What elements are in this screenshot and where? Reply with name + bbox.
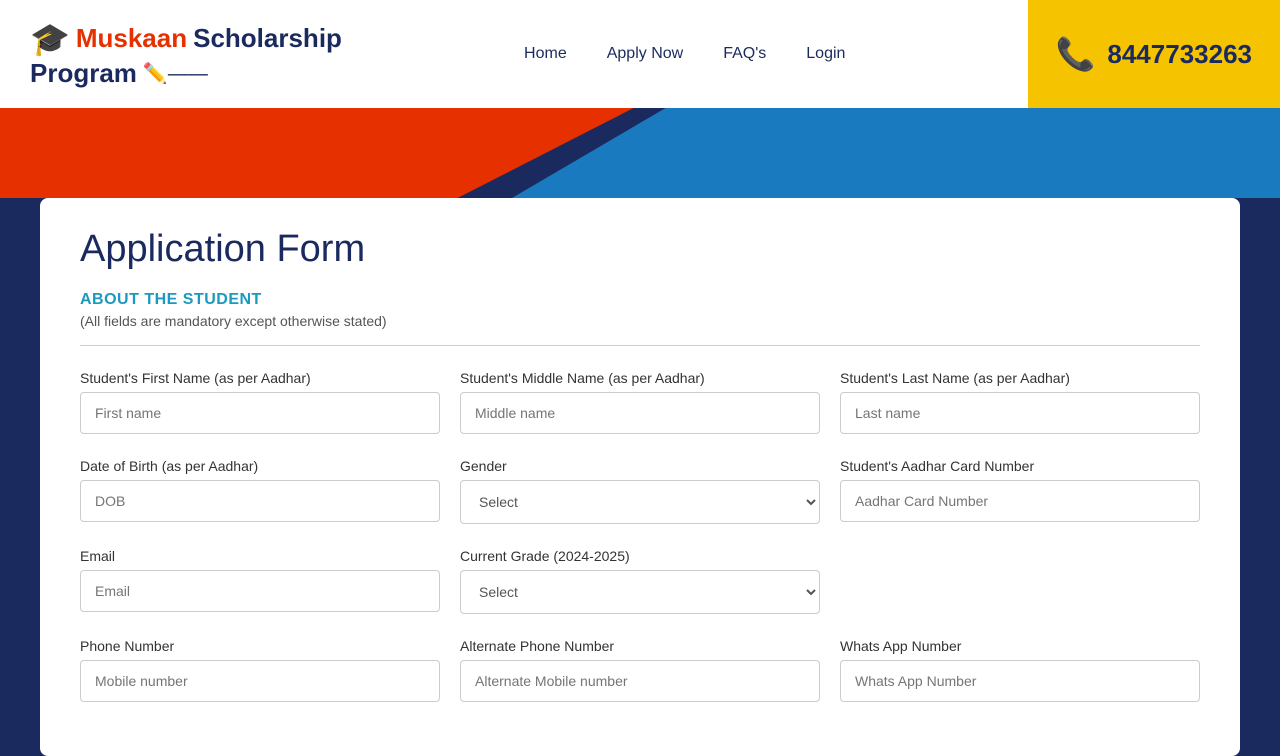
middle-name-input[interactable]: [460, 392, 820, 434]
page-title: Application Form: [80, 228, 1200, 271]
phone-number: 8447733263: [1107, 39, 1252, 70]
phone-label: Phone Number: [80, 638, 440, 654]
alt-phone-label: Alternate Phone Number: [460, 638, 820, 654]
first-name-input[interactable]: [80, 392, 440, 434]
nav-home[interactable]: Home: [524, 45, 567, 63]
banner-blue-shape: [512, 108, 1280, 198]
section-divider: [80, 345, 1200, 346]
email-group: Email: [80, 548, 440, 614]
alt-phone-group: Alternate Phone Number: [460, 638, 820, 702]
grade-label: Current Grade (2024-2025): [460, 548, 820, 564]
phone-badge: 📞 8447733263: [1028, 0, 1280, 108]
last-name-group: Student's Last Name (as per Aadhar): [840, 370, 1200, 434]
aadhar-group: Student's Aadhar Card Number: [840, 458, 1200, 524]
middle-name-label: Student's Middle Name (as per Aadhar): [460, 370, 820, 386]
whatsapp-input[interactable]: [840, 660, 1200, 702]
dob-gender-row: Date of Birth (as per Aadhar) Gender Sel…: [80, 458, 1200, 524]
alt-phone-input[interactable]: [460, 660, 820, 702]
banner: [0, 108, 1280, 198]
nav-faqs[interactable]: FAQ's: [723, 45, 766, 63]
nav-login[interactable]: Login: [806, 45, 845, 63]
header: 🎓 Muskaan Scholarship Program ✏️—— Home …: [0, 0, 1280, 108]
name-row: Student's First Name (as per Aadhar) Stu…: [80, 370, 1200, 434]
logo: 🎓 Muskaan Scholarship Program ✏️——: [30, 20, 342, 89]
phone-input[interactable]: [80, 660, 440, 702]
logo-muskaan-text: Muskaan: [76, 23, 187, 54]
phone-group: Phone Number: [80, 638, 440, 702]
grade-spacer: [840, 548, 1200, 614]
pencil-icon: ✏️——: [143, 61, 208, 86]
graduation-cap-icon: 🎓: [30, 20, 70, 58]
dob-input[interactable]: [80, 480, 440, 522]
aadhar-label: Student's Aadhar Card Number: [840, 458, 1200, 474]
dob-label: Date of Birth (as per Aadhar): [80, 458, 440, 474]
middle-name-group: Student's Middle Name (as per Aadhar): [460, 370, 820, 434]
logo-program-text: Program: [30, 58, 137, 89]
nav-apply-now[interactable]: Apply Now: [607, 45, 683, 63]
whatsapp-label: Whats App Number: [840, 638, 1200, 654]
grade-group: Current Grade (2024-2025) Select Grade 1…: [460, 548, 820, 614]
dob-group: Date of Birth (as per Aadhar): [80, 458, 440, 524]
logo-scholarship-text: Scholarship: [193, 23, 342, 54]
aadhar-input[interactable]: [840, 480, 1200, 522]
gender-group: Gender Select Male Female Other: [460, 458, 820, 524]
section-title: ABOUT THE STUDENT: [80, 291, 1200, 309]
first-name-label: Student's First Name (as per Aadhar): [80, 370, 440, 386]
phone-row: Phone Number Alternate Phone Number What…: [80, 638, 1200, 702]
main-nav: Home Apply Now FAQ's Login: [524, 45, 845, 63]
phone-icon: 📞: [1056, 35, 1096, 73]
last-name-input[interactable]: [840, 392, 1200, 434]
last-name-label: Student's Last Name (as per Aadhar): [840, 370, 1200, 386]
gender-select[interactable]: Select Male Female Other: [460, 480, 820, 524]
grade-select[interactable]: Select Grade 1 Grade 2 Grade 3 Grade 4 G…: [460, 570, 820, 614]
email-input[interactable]: [80, 570, 440, 612]
whatsapp-group: Whats App Number: [840, 638, 1200, 702]
email-label: Email: [80, 548, 440, 564]
section-note: (All fields are mandatory except otherwi…: [80, 313, 1200, 329]
gender-label: Gender: [460, 458, 820, 474]
main-content: Application Form ABOUT THE STUDENT (All …: [40, 198, 1240, 756]
first-name-group: Student's First Name (as per Aadhar): [80, 370, 440, 434]
email-grade-row: Email Current Grade (2024-2025) Select G…: [80, 548, 1200, 614]
